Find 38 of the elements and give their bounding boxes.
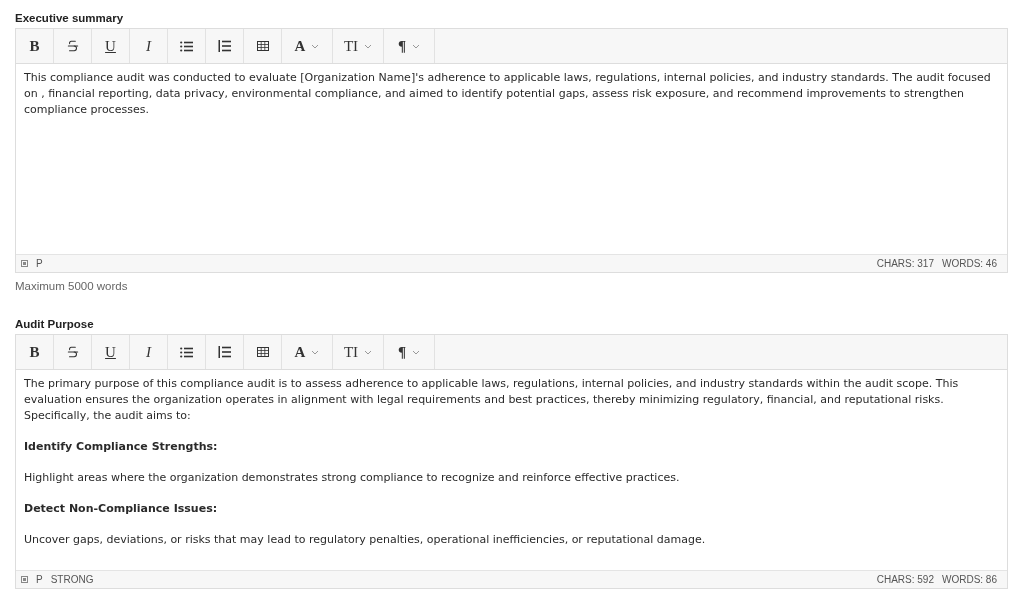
underline-button[interactable]: U <box>92 29 130 63</box>
bold-heading: Identify Compliance Strengths: <box>24 439 219 455</box>
bold-heading: Detect Non-Compliance Issues: <box>24 501 219 517</box>
font-size-button[interactable]: TI <box>333 335 384 369</box>
bullet-list-icon <box>180 40 193 52</box>
underline-button[interactable]: U <box>92 335 130 369</box>
font-size-button[interactable]: TI <box>333 29 384 63</box>
element-path-item[interactable]: P <box>36 574 43 585</box>
char-count: CHARS: 317 <box>876 258 934 269</box>
element-path-item[interactable]: P <box>36 258 43 269</box>
paragraph-text: Uncover gaps, deviations, or risks that may lead to regulatory penalties, operational inefficiencies, or reputational damage. <box>24 532 707 548</box>
paragraph-text: This compliance audit was conducted to evaluate [Organization Name]'s adherence to applicable laws, regulations, internal policies, and industry standards. The audit focused on , financial reporting, data privacy, environmental compliance, and aimed to identify potential gaps, assess risk exposure, and recommend improvements to strengthen compliance processes. <box>24 70 992 118</box>
table-icon <box>256 41 269 51</box>
char-count: CHARS: 592 <box>876 574 934 585</box>
bold-button[interactable]: B <box>16 29 54 63</box>
word-count: WORDS: 86 <box>942 574 997 585</box>
resize-icon[interactable] <box>21 576 28 583</box>
field-label: Executive summary <box>15 12 125 24</box>
strikethrough-icon <box>65 39 80 53</box>
bullet-list-icon <box>180 346 193 358</box>
table-icon <box>256 347 269 357</box>
numbered-list-icon <box>218 346 231 358</box>
paragraph-format-button[interactable]: ¶ <box>384 29 435 63</box>
bold-button[interactable]: B <box>16 335 54 369</box>
italic-button[interactable]: I <box>130 29 168 63</box>
strikethrough-icon <box>65 345 80 359</box>
numbered-list-icon <box>218 40 231 52</box>
paragraph-format-button[interactable]: ¶ <box>384 335 435 369</box>
resize-icon[interactable] <box>21 260 28 267</box>
italic-button[interactable]: I <box>130 335 168 369</box>
element-path-item[interactable]: STRONG <box>50 574 94 585</box>
help-text: Maximum 5000 words <box>15 280 129 292</box>
text-color-button[interactable]: A <box>282 29 333 63</box>
paragraph-text: The primary purpose of this compliance audit is to assess adherence to applicable laws, regulations, internal policies, and industry standards within the audit scope. This evaluation ensures the organization operates in alignment with legal requirements and best practices, thereby minimizing regulatory, financial, and reputational risks. Specifically, the audit aims to: <box>24 376 960 424</box>
word-count: WORDS: 46 <box>942 258 997 269</box>
field-label: Audit Purpose <box>15 318 95 330</box>
paragraph-text: Highlight areas where the organization demonstrates strong compliance to recognize and reinforce effective practices. <box>24 470 681 486</box>
text-color-button[interactable]: A <box>282 335 333 369</box>
